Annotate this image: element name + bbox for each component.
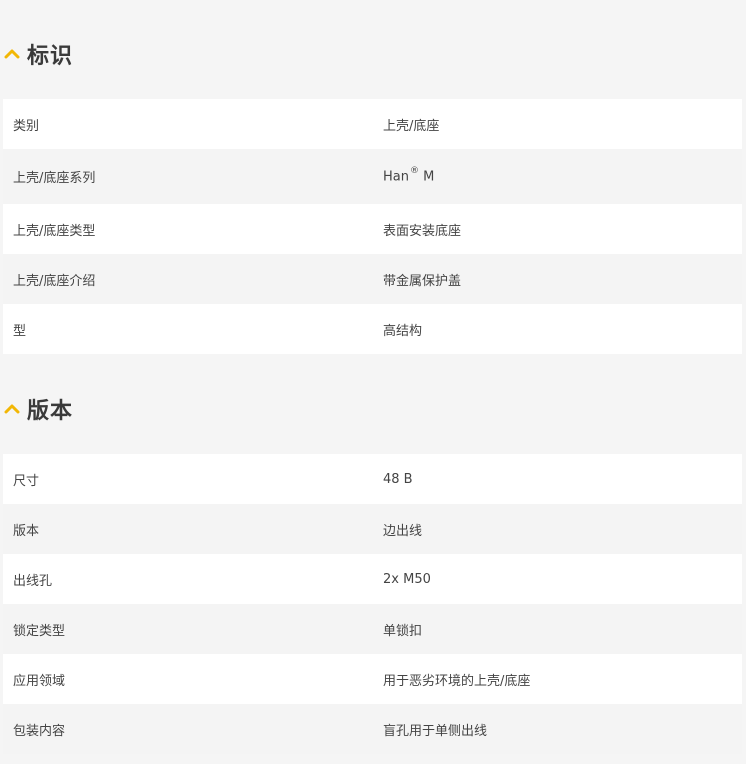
spec-table-identification: 类别 上壳/底座 上壳/底座系列 Han® M 上壳/底座类型 表面安装底座 上…: [3, 99, 742, 354]
spec-value: 表面安装底座: [373, 204, 742, 254]
spec-value: 2x M50: [373, 554, 742, 604]
spec-value: 48 B: [373, 454, 742, 504]
series-suffix: M: [418, 169, 435, 185]
series-name: Han: [383, 169, 409, 185]
table-row: 上壳/底座类型 表面安装底座: [3, 204, 742, 254]
table-row: 出线孔 2x M50: [3, 554, 742, 604]
spec-value: 盲孔用于单侧出线: [373, 704, 742, 754]
spec-label: 锁定类型: [3, 604, 373, 654]
table-row: 包装内容 盲孔用于单侧出线: [3, 704, 742, 754]
table-row: 尺寸 48 B: [3, 454, 742, 504]
spec-value: 上壳/底座: [373, 99, 742, 149]
section-title: 版本: [27, 399, 74, 424]
spec-label: 出线孔: [3, 554, 373, 604]
chevron-up-icon[interactable]: [2, 44, 22, 64]
chevron-up-icon[interactable]: [2, 399, 22, 419]
spec-label: 上壳/底座介绍: [3, 254, 373, 304]
spec-table-version: 尺寸 48 B 版本 边出线 出线孔 2x M50 锁定类型 单锁扣 应用领域 …: [3, 454, 742, 754]
spec-value: Han® M: [373, 149, 742, 204]
table-row: 型 高结构: [3, 304, 742, 354]
table-row: 锁定类型 单锁扣: [3, 604, 742, 654]
spec-value: 单锁扣: [373, 604, 742, 654]
spec-value: 带金属保护盖: [373, 254, 742, 304]
spec-label: 尺寸: [3, 454, 373, 504]
section-title: 标识: [27, 44, 74, 69]
section-header-identification[interactable]: 标识: [0, 39, 73, 69]
spec-value: 高结构: [373, 304, 742, 354]
spec-value: 边出线: [373, 504, 742, 554]
spec-label: 版本: [3, 504, 373, 554]
registered-mark: ®: [409, 166, 419, 177]
spec-label: 应用领域: [3, 654, 373, 704]
table-row: 类别 上壳/底座: [3, 99, 742, 149]
section-header-version[interactable]: 版本: [0, 394, 73, 424]
spec-label: 类别: [3, 99, 373, 149]
spec-label: 上壳/底座类型: [3, 204, 373, 254]
spec-label: 包装内容: [3, 704, 373, 754]
table-row: 应用领域 用于恶劣环境的上壳/底座: [3, 654, 742, 704]
table-row: 上壳/底座介绍 带金属保护盖: [3, 254, 742, 304]
spec-value: 用于恶劣环境的上壳/底座: [373, 654, 742, 704]
spec-label: 型: [3, 304, 373, 354]
table-row: 上壳/底座系列 Han® M: [3, 149, 742, 204]
spec-label: 上壳/底座系列: [3, 149, 373, 204]
table-row: 版本 边出线: [3, 504, 742, 554]
